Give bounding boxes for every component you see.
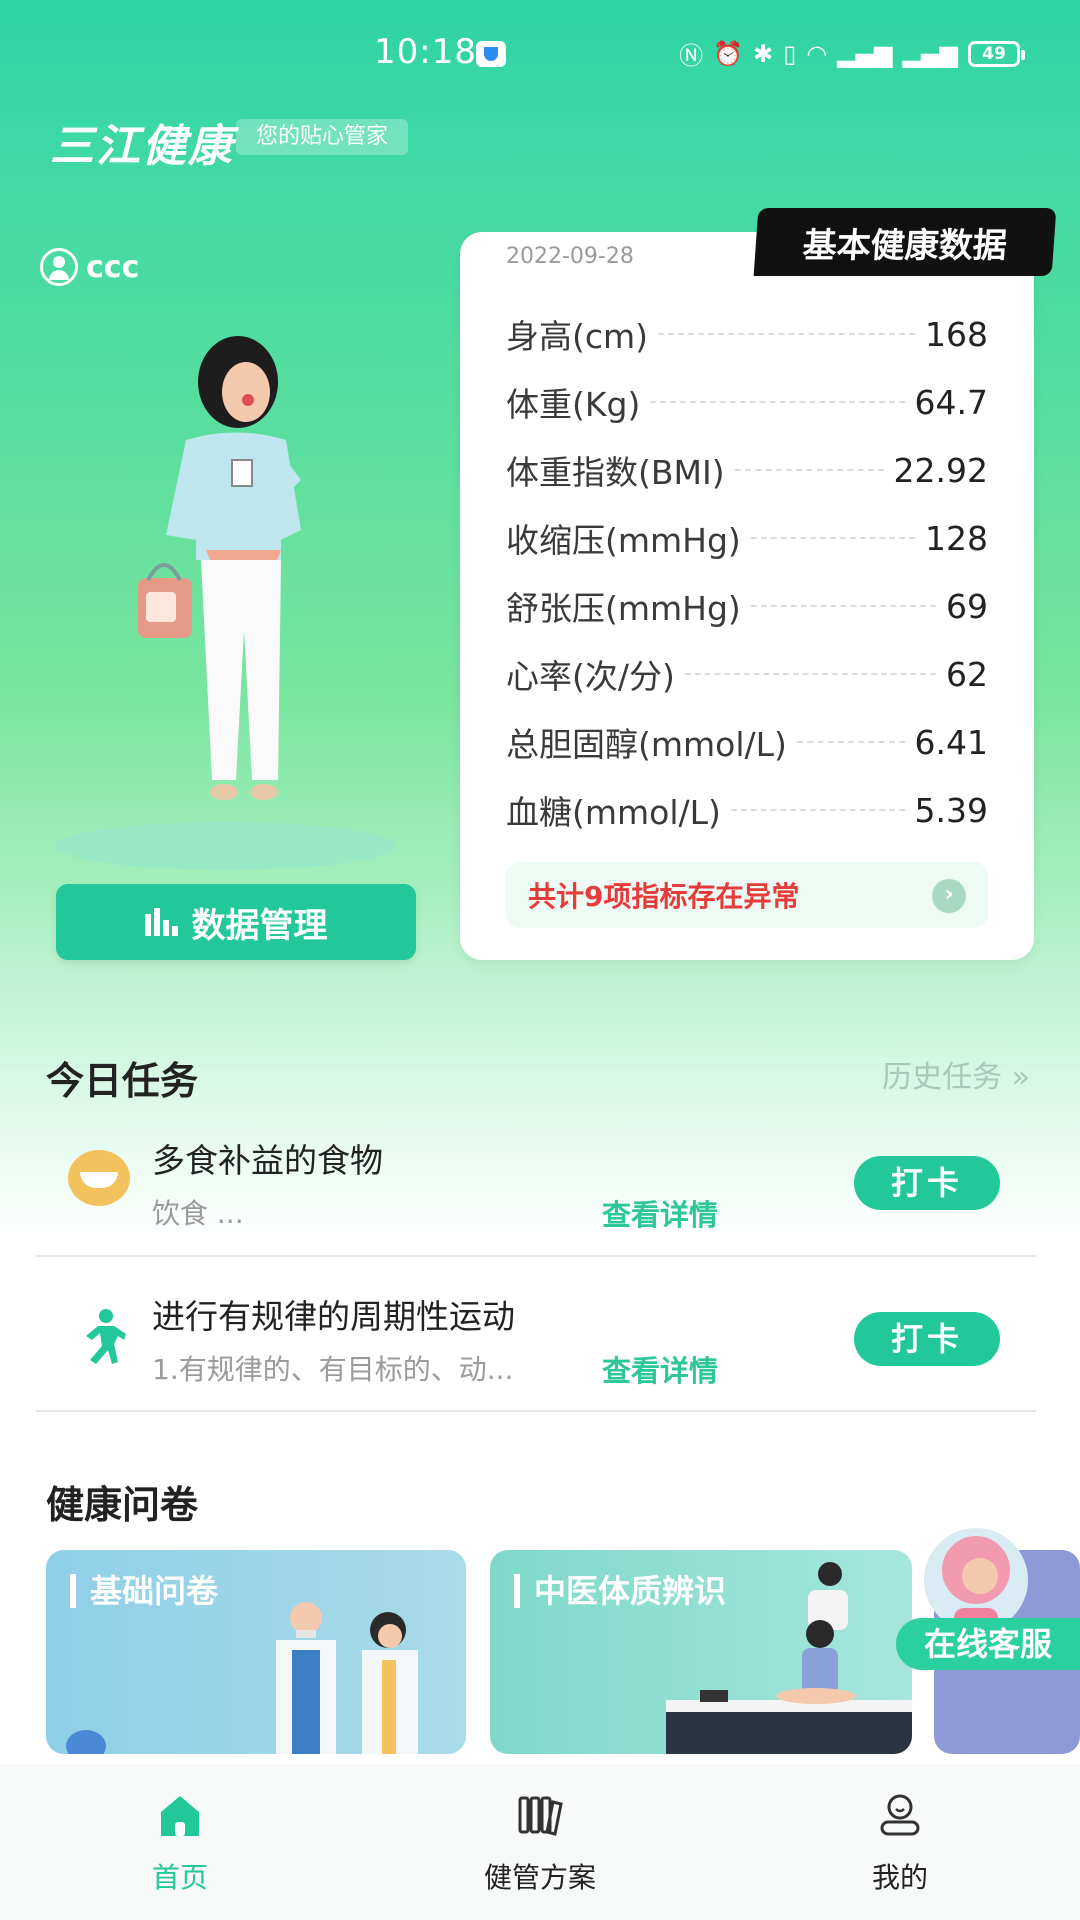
home-icon	[157, 1792, 203, 1838]
metric-label: 舒张压(mmHg)	[506, 589, 741, 628]
dotted-leader	[750, 537, 915, 539]
metric-row: 舒张压(mmHg) 69	[506, 572, 988, 640]
bar-chart-icon	[144, 908, 178, 936]
dotted-leader	[684, 673, 936, 675]
dotted-leader	[734, 469, 884, 471]
metric-value: 128	[925, 518, 988, 558]
metric-label: 血糖(mmol/L)	[506, 793, 721, 832]
metric-row: 收缩压(mmHg) 128	[506, 504, 988, 572]
metric-label: 体重(Kg)	[506, 385, 641, 424]
record-date: 2022-09-28	[506, 244, 634, 269]
data-manage-button[interactable]: 数据管理	[56, 884, 416, 960]
task-description: 1.有规律的、有目标的、动...	[152, 1353, 514, 1386]
battery-icon: 49	[968, 40, 1025, 67]
health-data-card: 2022-09-28 身高(cm) 168 体重(Kg) 64.7 体重指数(B…	[460, 232, 1034, 960]
wifi-icon: ◠	[806, 39, 828, 68]
metric-value: 5.39	[914, 790, 988, 830]
nav-label-health-plan: 健管方案	[483, 1861, 596, 1894]
basic-questionnaire-card[interactable]: 基础问卷	[46, 1550, 466, 1754]
metric-row: 总胆固醇(mmol/L) 6.41	[506, 708, 988, 776]
app-tagline: 您的贴心管家	[236, 119, 409, 155]
online-service-float[interactable]: 在线客服	[896, 1524, 1080, 1674]
tcm-illustration	[666, 1562, 912, 1754]
metric-row: 心率(次/分) 62	[506, 640, 988, 708]
running-icon	[68, 1306, 130, 1368]
abnormal-alert-bar[interactable]: 共计9项指标存在异常 ›	[506, 862, 988, 928]
metric-row: 血糖(mmol/L) 5.39	[506, 776, 988, 844]
food-bowl-icon	[68, 1150, 130, 1212]
person-illustration	[56, 330, 396, 870]
shield-icon	[476, 41, 506, 67]
signal-icon: ▂▄▆	[837, 39, 893, 68]
dotted-leader	[658, 333, 915, 335]
metric-value: 168	[925, 314, 988, 354]
metric-label: 总胆固醇(mmol/L)	[506, 725, 787, 764]
signal-icon-2: ▂▄▆	[902, 39, 958, 68]
metric-label: 收缩压(mmHg)	[506, 521, 741, 560]
vibrate-icon: ▯	[783, 39, 797, 68]
nfc-icon: Ⓝ	[679, 42, 704, 70]
view-details-link[interactable]: 查看详情	[602, 1348, 718, 1390]
task-title: 进行有规律的周期性运动	[152, 1297, 515, 1336]
nav-label-mine: 我的	[871, 1861, 928, 1894]
task-item: 进行有规律的周期性运动 1.有规律的、有目标的、动... 查看详情 打卡	[36, 1256, 1036, 1411]
user-avatar-icon	[40, 248, 78, 286]
questionnaire-title: 健康问卷	[46, 1483, 199, 1527]
history-tasks-link[interactable]: 历史任务 »	[882, 1052, 1030, 1096]
user-icon	[877, 1792, 923, 1838]
metric-row: 身高(cm) 168	[506, 300, 988, 368]
doctors-illustration	[66, 1602, 418, 1754]
checkin-button[interactable]: 打卡	[854, 1312, 1000, 1366]
dotted-leader	[750, 605, 936, 607]
app-logo: 三江健康	[50, 121, 234, 172]
task-description: 饮食 ...	[152, 1197, 244, 1230]
metric-label: 心率(次/分)	[506, 657, 675, 696]
bottom-nav: 首页 健管方案 我的	[0, 1764, 1080, 1920]
data-manage-label: 数据管理	[191, 905, 328, 946]
nav-item-health-plan[interactable]: 健管方案	[360, 1764, 720, 1920]
nav-item-home[interactable]: 首页	[0, 1764, 360, 1920]
status-bar: 10:18 Ⓝ ⏰ ✱ ▯ ◠ ▂▄▆ ▂▄▆ 49	[0, 0, 1080, 100]
bluetooth-icon: ✱	[752, 39, 774, 68]
health-data-badge: 基本健康数据	[753, 208, 1057, 276]
metric-value: 62	[946, 654, 988, 694]
dotted-leader	[650, 401, 905, 403]
metric-row: 体重指数(BMI) 22.92	[506, 436, 988, 504]
metrics-list: 身高(cm) 168 体重(Kg) 64.7 体重指数(BMI) 22.92 收…	[506, 300, 988, 844]
metric-value: 69	[946, 586, 988, 626]
books-icon	[517, 1792, 563, 1838]
nav-label-home: 首页	[151, 1861, 208, 1894]
status-time: 10:18	[374, 32, 477, 72]
user-profile[interactable]: ccc	[40, 248, 139, 286]
divider	[36, 1410, 1036, 1412]
metric-label: 体重指数(BMI)	[506, 453, 725, 492]
abnormal-alert-text: 共计9项指标存在异常	[528, 880, 800, 913]
today-tasks-title: 今日任务	[46, 1059, 199, 1103]
tcm-constitution-card[interactable]: 中医体质辨识	[490, 1550, 912, 1754]
metric-value: 22.92	[893, 450, 988, 490]
view-details-link[interactable]: 查看详情	[602, 1192, 718, 1234]
chevron-right-icon: ›	[932, 879, 966, 913]
alarm-icon: ⏰	[713, 39, 743, 68]
user-name: ccc	[86, 249, 140, 285]
dotted-leader	[796, 741, 905, 743]
dotted-leader	[730, 809, 905, 811]
task-title: 多食补益的食物	[152, 1141, 383, 1180]
metric-row: 体重(Kg) 64.7	[506, 368, 988, 436]
online-service-label: 在线客服	[896, 1618, 1080, 1670]
checkin-button[interactable]: 打卡	[854, 1156, 1000, 1210]
metric-label: 身高(cm)	[506, 317, 649, 356]
metric-value: 64.7	[914, 382, 988, 422]
nav-item-mine[interactable]: 我的	[720, 1764, 1080, 1920]
status-icons: Ⓝ ⏰ ✱ ▯ ◠ ▂▄▆ ▂▄▆ 49	[679, 36, 1025, 71]
metric-value: 6.41	[914, 722, 988, 762]
task-item: 多食补益的食物 饮食 ... 查看详情 打卡	[36, 1100, 1036, 1255]
